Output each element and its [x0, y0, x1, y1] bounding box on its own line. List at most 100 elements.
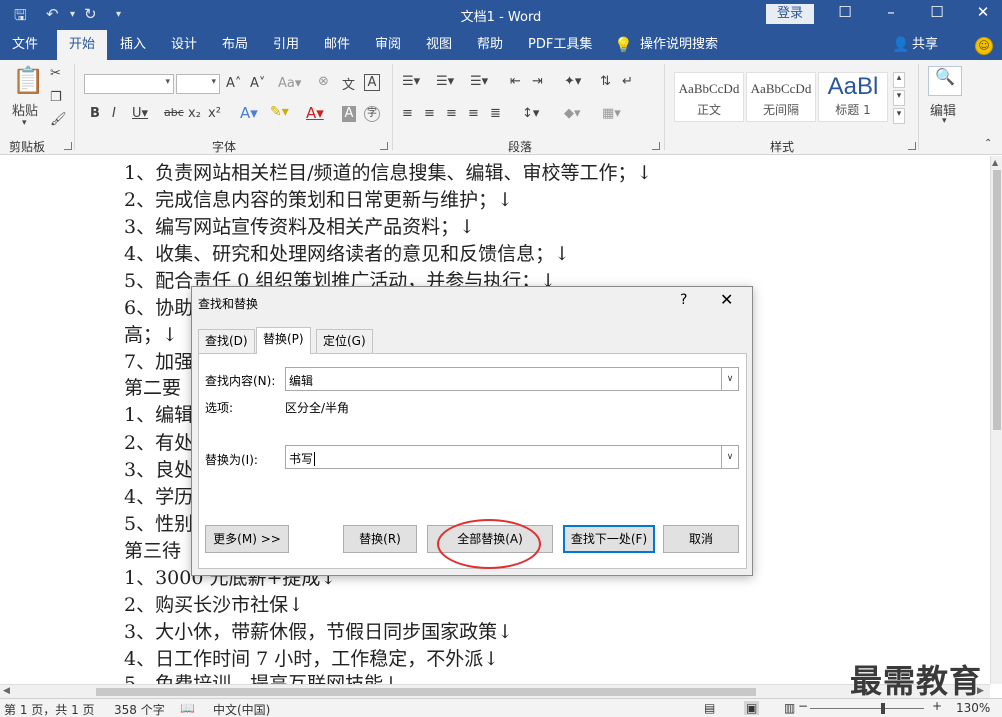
highlight-color-icon[interactable]: ✎▾ [270, 104, 289, 120]
vertical-scroll-thumb[interactable] [993, 170, 1001, 430]
character-shading-icon[interactable]: A [342, 106, 356, 122]
style-no-spacing[interactable]: AaBbCcDd 无间隔 [746, 72, 816, 122]
bullets-icon[interactable]: ☰▾ [402, 74, 420, 89]
copy-icon[interactable]: ❐ [50, 90, 62, 105]
shrink-font-icon[interactable]: A˅ [250, 76, 265, 91]
sort-icon[interactable]: ⇅ [600, 74, 611, 89]
tab-review[interactable]: 审阅 [375, 30, 401, 60]
change-case-icon[interactable]: Aa▾ [278, 76, 301, 91]
login-button[interactable]: 登录 [766, 4, 814, 24]
align-right-icon[interactable]: ≡ [446, 106, 457, 121]
paste-icon[interactable]: 📋 [12, 66, 44, 96]
tab-layout[interactable]: 布局 [222, 30, 248, 60]
proofing-icon[interactable]: 📖 [180, 701, 195, 715]
tell-me-search[interactable]: 操作说明搜索 [640, 30, 718, 60]
format-painter-icon[interactable]: 🖌 [50, 112, 67, 127]
distributed-icon[interactable]: ≣ [490, 106, 501, 121]
language-indicator[interactable]: 中文(中国) [213, 701, 270, 717]
find-what-input[interactable]: 编辑 ∨ [285, 367, 739, 391]
print-layout-icon[interactable]: ▣ [744, 701, 760, 715]
font-name-combo[interactable]: ▾ [84, 74, 174, 94]
decrease-indent-icon[interactable]: ⇤ [510, 74, 521, 89]
cut-icon[interactable]: ✂ [50, 66, 61, 81]
tab-references[interactable]: 引用 [273, 30, 299, 60]
tab-file[interactable]: 文件 [12, 30, 38, 60]
strikethrough-icon[interactable]: abc [164, 106, 184, 119]
word-count[interactable]: 358 个字 [114, 701, 165, 717]
increase-indent-icon[interactable]: ⇥ [532, 74, 543, 89]
style-heading-1[interactable]: AaBl 标题 1 [818, 72, 888, 122]
read-mode-icon[interactable]: ▤ [704, 701, 715, 715]
multilevel-list-icon[interactable]: ☰▾ [470, 74, 488, 89]
ribbon-display-options-icon[interactable]: ☐ [830, 3, 860, 21]
underline-icon[interactable]: U▾ [132, 106, 148, 121]
more-button[interactable]: 更多(M) >> [205, 525, 289, 553]
editing-dropdown-icon[interactable]: ▾ [942, 116, 947, 126]
maximize-icon[interactable]: ☐ [922, 3, 952, 21]
clipboard-launcher-icon[interactable] [64, 142, 72, 150]
help-icon[interactable]: ? [680, 292, 687, 308]
cancel-button[interactable]: 取消 [663, 525, 739, 553]
show-marks-icon[interactable]: ↵ [622, 74, 633, 89]
styles-scroll-up-icon[interactable]: ▴ [893, 72, 905, 88]
search-icon[interactable]: 🔍 [928, 66, 962, 96]
feedback-smiley-icon[interactable]: ☺ [975, 37, 993, 55]
zoom-slider[interactable] [810, 708, 924, 709]
close-window-icon[interactable]: ✕ [968, 3, 998, 21]
zoom-level[interactable]: 130% [956, 701, 990, 715]
bold-icon[interactable]: B [90, 106, 100, 121]
zoom-in-icon[interactable]: + [932, 699, 942, 713]
superscript-icon[interactable]: x² [208, 106, 221, 121]
tab-design[interactable]: 设计 [171, 30, 197, 60]
tab-home[interactable]: 开始 [57, 30, 108, 60]
tab-find[interactable]: 查找(D) [198, 329, 255, 353]
horizontal-scroll-thumb[interactable] [96, 688, 756, 696]
scroll-up-icon[interactable]: ▲ [992, 158, 998, 167]
align-left-icon[interactable]: ≡ [402, 106, 413, 121]
font-launcher-icon[interactable] [380, 142, 388, 150]
web-layout-icon[interactable]: ▥ [784, 701, 795, 715]
find-next-button[interactable]: 查找下一处(F) [563, 525, 655, 553]
style-normal[interactable]: AaBbCcDd 正文 [674, 72, 744, 122]
grow-font-icon[interactable]: A˄ [226, 76, 241, 91]
share-button[interactable]: 共享 [912, 30, 938, 60]
tab-mailings[interactable]: 邮件 [324, 30, 350, 60]
chevron-down-icon[interactable]: ∨ [721, 368, 738, 390]
clear-formatting-icon[interactable]: ⊗ [318, 74, 329, 89]
align-center-icon[interactable]: ≡ [424, 106, 435, 121]
replace-all-button[interactable]: 全部替换(A) [427, 525, 553, 553]
subscript-icon[interactable]: x₂ [188, 106, 201, 121]
styles-scroll-down-icon[interactable]: ▾ [893, 90, 905, 106]
tab-view[interactable]: 视图 [426, 30, 452, 60]
scroll-left-icon[interactable]: ◀ [3, 686, 10, 696]
numbering-icon[interactable]: ☰▾ [436, 74, 454, 89]
font-color-icon[interactable]: A▾ [306, 104, 324, 122]
chevron-down-icon[interactable]: ∨ [721, 446, 738, 468]
replace-with-input[interactable]: 书写 ∨ [285, 445, 739, 469]
tab-replace[interactable]: 替换(P) [256, 327, 311, 354]
page-count[interactable]: 第 1 页，共 1 页 [4, 701, 95, 717]
text-effects-icon[interactable]: A▾ [240, 104, 258, 122]
enclose-characters-icon[interactable]: 字 [364, 106, 380, 122]
collapse-ribbon-icon[interactable]: ⌃ [984, 138, 992, 149]
chinese-layout-icon[interactable]: ✦▾ [564, 74, 581, 89]
tab-help[interactable]: 帮助 [477, 30, 503, 60]
tab-goto[interactable]: 定位(G) [316, 329, 373, 353]
paste-dropdown-icon[interactable]: ▾ [22, 118, 27, 128]
justify-icon[interactable]: ≡ [468, 106, 479, 121]
replace-button[interactable]: 替换(R) [343, 525, 417, 553]
italic-icon[interactable]: I [112, 106, 116, 121]
font-size-combo[interactable]: ▾ [176, 74, 220, 94]
paragraph-launcher-icon[interactable] [652, 142, 660, 150]
tab-pdf-tools[interactable]: PDF工具集 [528, 30, 592, 60]
zoom-out-icon[interactable]: − [798, 699, 808, 713]
vertical-scrollbar[interactable]: ▲ [990, 156, 1002, 684]
minimize-icon[interactable]: – [876, 3, 906, 21]
horizontal-scrollbar[interactable]: ◀ ▶ [0, 684, 990, 698]
phonetic-guide-icon[interactable]: 文 [342, 74, 355, 93]
close-icon[interactable]: ✕ [720, 290, 733, 309]
borders-icon[interactable]: ▦▾ [602, 106, 621, 121]
paste-button[interactable]: 粘贴 [12, 100, 38, 119]
zoom-slider-thumb[interactable] [881, 703, 885, 714]
shading-icon[interactable]: ◆▾ [564, 106, 581, 121]
